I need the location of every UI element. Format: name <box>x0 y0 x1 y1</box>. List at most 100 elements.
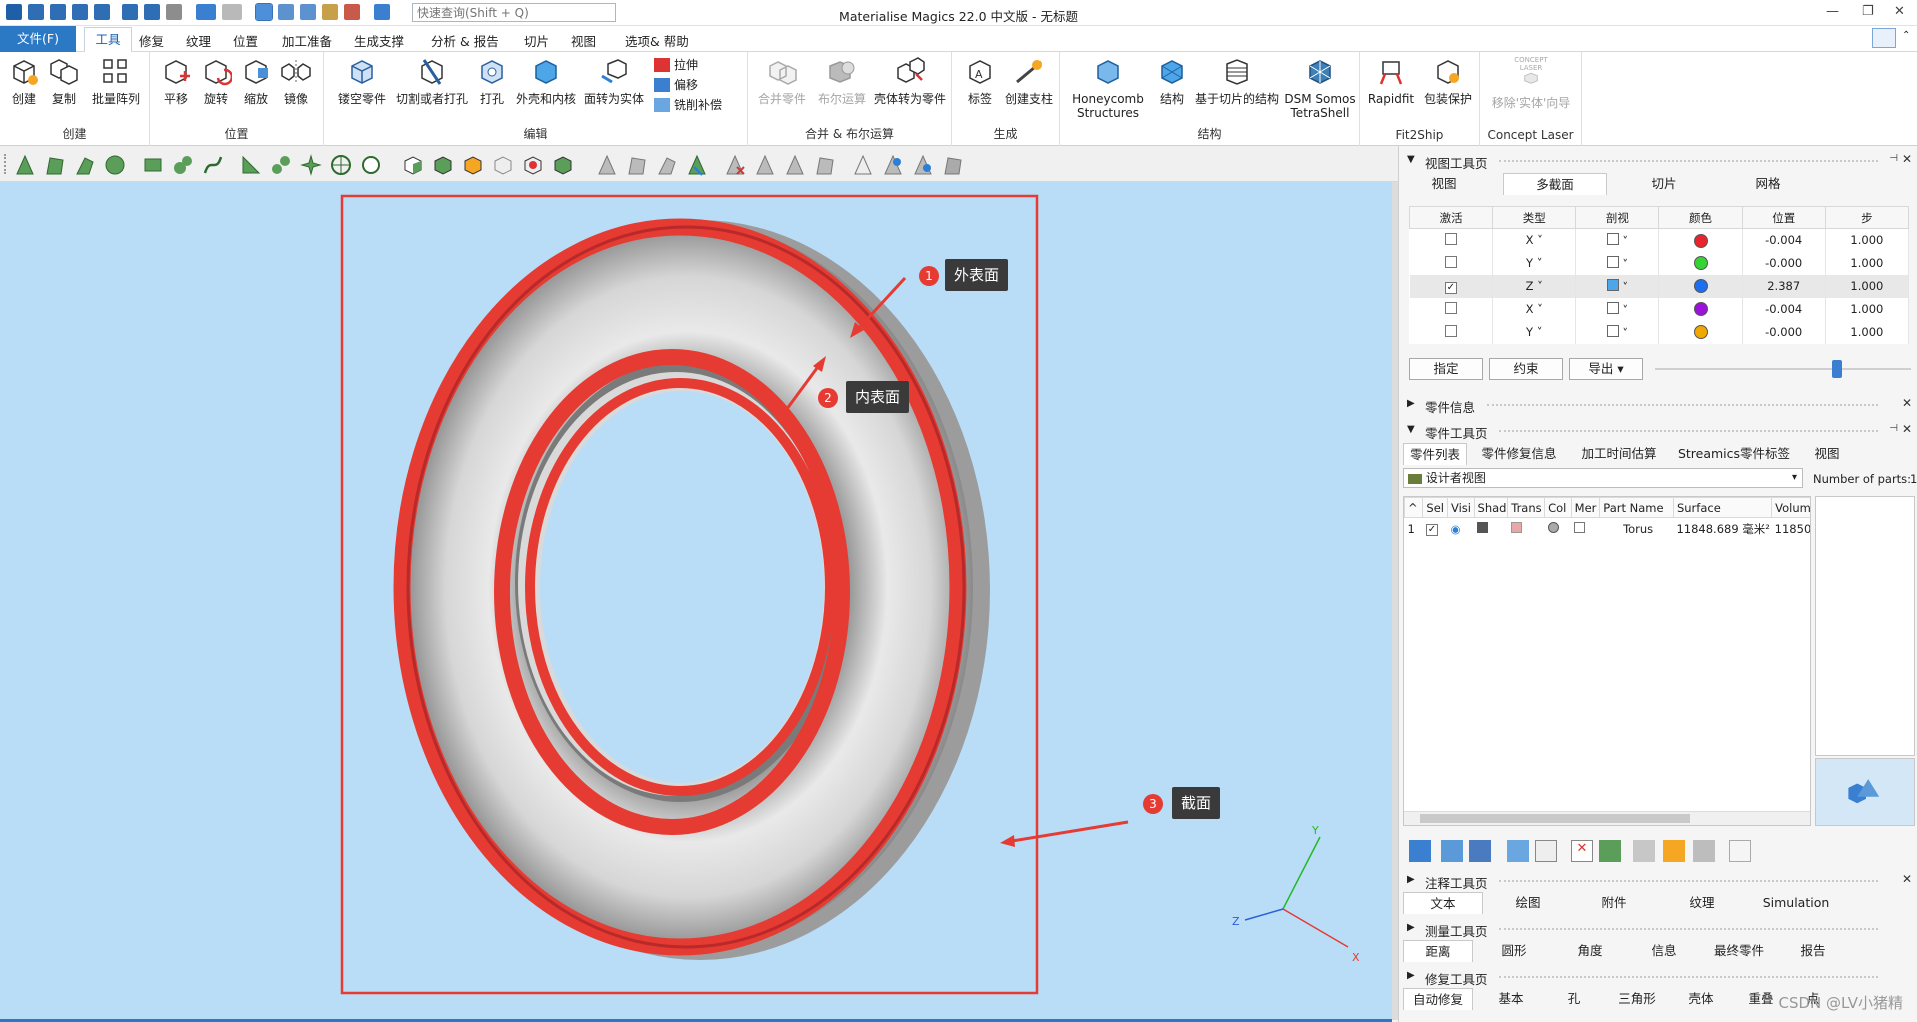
merge-parts-button[interactable]: 合并零件 <box>754 56 810 106</box>
select-part-icon[interactable] <box>402 154 424 176</box>
part-name-cell[interactable]: Torus <box>1600 518 1674 540</box>
position-value[interactable]: -0.004 <box>1742 297 1826 321</box>
col-volume[interactable]: Volume <box>1771 497 1810 518</box>
layout-settings-icon[interactable] <box>1872 28 1896 48</box>
tab-slice[interactable]: 切片 <box>1629 173 1699 195</box>
remove-wizard-button[interactable]: CONCEPT LASER 移除'实体'向导 <box>1484 56 1578 110</box>
expand-arrow-icon[interactable]: ▶ <box>1407 970 1415 981</box>
active-checkbox[interactable] <box>1444 255 1457 268</box>
export-button[interactable]: 导出 ▾ <box>1569 358 1643 380</box>
mark-triangle-icon[interactable] <box>596 154 618 176</box>
part-toolbox-header[interactable]: ▼ 零件工具页 ⊣ ✕ <box>1399 420 1917 442</box>
mark-shell-icon[interactable] <box>686 154 708 176</box>
mark-plane-icon[interactable] <box>626 154 648 176</box>
eye-icon[interactable]: ◉ <box>1450 522 1460 536</box>
new-file-icon[interactable] <box>28 4 44 20</box>
tab-mesh[interactable]: 网格 <box>1733 173 1803 195</box>
import-icon[interactable] <box>122 4 138 20</box>
type-dropdown[interactable]: Z ˅ <box>1492 274 1577 298</box>
step-value[interactable]: 1.000 <box>1825 251 1910 275</box>
select-surface-icon[interactable] <box>74 154 96 176</box>
tab-shells[interactable]: 壳体 <box>1673 988 1729 1010</box>
step-value[interactable]: 1.000 <box>1825 274 1910 298</box>
transparent-cube-icon[interactable] <box>1510 521 1522 533</box>
translate-button[interactable]: 平移 <box>158 56 194 106</box>
expand-arrow-icon[interactable]: ▶ <box>1407 398 1415 409</box>
pin-icon[interactable]: ⊣ <box>1889 153 1898 164</box>
tab-part-repair-info[interactable]: 零件修复信息 <box>1473 443 1565 465</box>
position-value[interactable]: 2.387 <box>1742 274 1826 298</box>
unmark-surface-icon[interactable] <box>784 154 806 176</box>
scale-button[interactable]: 缩放 <box>238 56 274 106</box>
part-info-header[interactable]: ▶ 零件信息 ✕ <box>1399 394 1917 416</box>
col-visible[interactable]: Visi <box>1446 497 1475 518</box>
mark-surface-icon[interactable] <box>656 154 678 176</box>
table-row[interactable]: ✓ Z ˅ ˅ 2.387 1.000 <box>1409 274 1910 298</box>
unmark-icon[interactable] <box>724 154 746 176</box>
checkbox-toggle-icon[interactable] <box>1469 840 1491 862</box>
honeycomb-button[interactable]: Honeycomb Structures <box>1068 56 1148 120</box>
position-value[interactable]: -0.000 <box>1742 251 1826 275</box>
thickness-button[interactable]: 铣削补偿 <box>654 96 722 113</box>
menu-file[interactable]: 文件(F) <box>0 26 76 52</box>
table-row[interactable]: X ˅ ˅ -0.004 1.000 <box>1409 228 1910 252</box>
collapse-arrow-icon[interactable]: ▼ <box>1407 424 1415 435</box>
select-mode-icon[interactable] <box>255 3 273 21</box>
cut-button[interactable]: 切割或者打孔 <box>392 56 472 106</box>
pin-icon[interactable]: ⊣ <box>1889 423 1898 434</box>
remove-part-icon[interactable]: ✕ <box>1571 840 1593 862</box>
rapidfit-button[interactable]: Rapidfit <box>1366 56 1416 106</box>
select-connected-icon[interactable] <box>270 154 292 176</box>
color-swatch[interactable] <box>1693 256 1708 271</box>
active-checkbox[interactable] <box>1444 232 1457 245</box>
select-lasso-icon[interactable] <box>172 154 194 176</box>
slice-structure-button[interactable]: 基于切片的结构 <box>1192 56 1282 106</box>
shell-to-part-button[interactable]: 壳体转为零件 <box>872 56 948 106</box>
select-checkbox[interactable]: ✓ <box>1425 524 1438 537</box>
menu-tab-options[interactable]: 选项& 帮助 <box>625 31 689 50</box>
merge-cube-icon[interactable] <box>1574 521 1586 533</box>
tab-info[interactable]: 信息 <box>1629 940 1699 962</box>
clip-dropdown[interactable]: ˅ <box>1575 251 1660 275</box>
type-dropdown[interactable]: X ˅ <box>1492 228 1577 252</box>
expand-arrow-icon[interactable]: ▶ <box>1407 874 1415 885</box>
table-row[interactable]: X ˅ ˅ -0.004 1.000 <box>1409 297 1910 321</box>
select-shells-icon[interactable] <box>552 154 574 176</box>
shell-button[interactable]: 外壳和内核 <box>514 56 578 106</box>
tab-triangles[interactable]: 三角形 <box>1605 988 1669 1010</box>
scrollbar-thumb[interactable] <box>1420 814 1690 823</box>
close-panel-icon[interactable]: ✕ <box>1902 872 1912 886</box>
table-row[interactable]: Y ˅ ˅ -0.000 1.000 <box>1409 251 1910 275</box>
col-merge[interactable]: Mer <box>1570 497 1601 518</box>
tab-angle[interactable]: 角度 <box>1555 940 1625 962</box>
create-button[interactable]: 创建 <box>6 56 42 106</box>
tag-part-icon[interactable] <box>1663 840 1685 862</box>
unmark-plane-icon[interactable] <box>754 154 776 176</box>
tab-holes[interactable]: 孔 <box>1549 988 1599 1010</box>
part-preview-thumbnail[interactable] <box>1815 758 1915 826</box>
tab-drawing[interactable]: 绘图 <box>1493 892 1563 914</box>
rotate-button[interactable]: 旋转 <box>198 56 234 106</box>
tab-attachment[interactable]: 附件 <box>1579 892 1649 914</box>
open-file-icon[interactable] <box>50 4 66 20</box>
sort-parts-icon[interactable] <box>1729 840 1751 862</box>
tab-streamics-label[interactable]: Streamics零件标签 <box>1673 443 1795 465</box>
offset-button[interactable]: 偏移 <box>654 76 698 93</box>
menu-tab-analysis[interactable]: 分析 & 报告 <box>431 31 499 50</box>
mark-hidden-icon[interactable] <box>882 154 904 176</box>
quick-search-input[interactable] <box>412 3 616 22</box>
select-invert-icon[interactable] <box>462 154 484 176</box>
close-panel-icon[interactable]: ✕ <box>1902 152 1912 166</box>
shaded-cube-icon[interactable] <box>1477 521 1489 533</box>
menu-tab-slice[interactable]: 切片 <box>524 31 549 50</box>
tab-basic[interactable]: 基本 <box>1479 988 1543 1010</box>
restore-button[interactable]: ❐ <box>1862 4 1874 19</box>
select-sphere-icon[interactable] <box>360 154 382 176</box>
clip-dropdown[interactable]: ˅ <box>1575 228 1660 252</box>
active-checkbox[interactable] <box>1444 324 1457 337</box>
menu-tab-build-prep[interactable]: 加工准备 <box>282 31 332 50</box>
menu-tab-view[interactable]: 视图 <box>571 31 596 50</box>
type-dropdown[interactable]: Y ˅ <box>1492 320 1577 344</box>
search-settings-icon[interactable] <box>374 4 390 20</box>
support-button[interactable]: 创建支柱 <box>1002 56 1056 106</box>
